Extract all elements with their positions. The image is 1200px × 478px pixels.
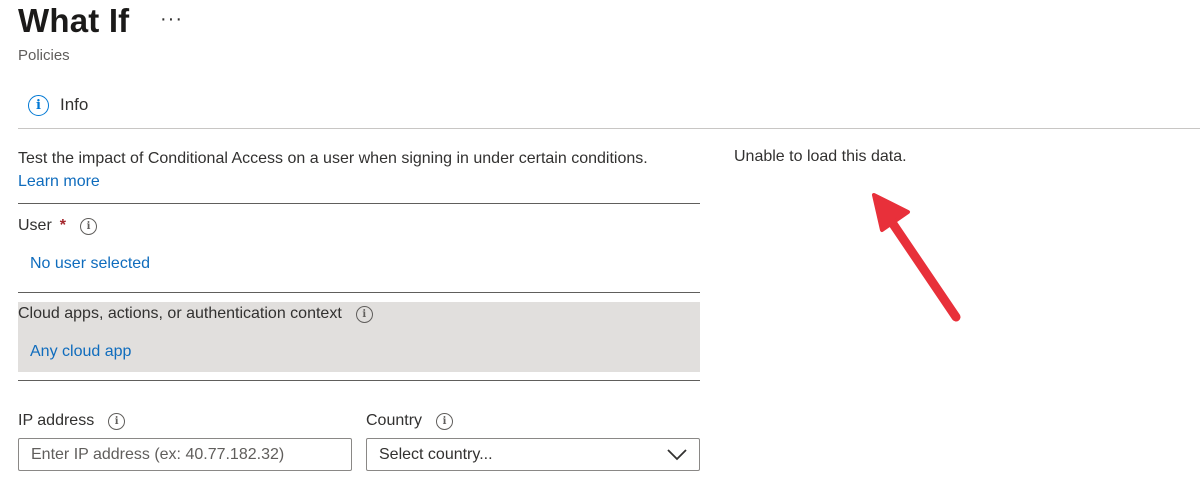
- country-label: Country: [366, 412, 423, 429]
- learn-more-link[interactable]: Learn more: [18, 173, 100, 190]
- annotation-arrow-icon: [872, 193, 961, 322]
- info-icon: i: [28, 94, 49, 116]
- cloud-apps-info-icon[interactable]: i: [355, 305, 373, 323]
- section-divider: [18, 292, 700, 293]
- country-dropdown[interactable]: Select country...: [366, 438, 700, 471]
- user-selector-link[interactable]: No user selected: [30, 255, 150, 273]
- cloud-apps-field-label: Cloud apps, actions, or authentication c…: [18, 305, 373, 323]
- section-divider: [18, 380, 700, 381]
- info-label: Info: [60, 95, 89, 114]
- user-label: User: [18, 217, 52, 234]
- more-options-button[interactable]: ···: [160, 8, 183, 31]
- cloud-apps-label: Cloud apps, actions, or authentication c…: [18, 305, 342, 322]
- ip-address-info-icon[interactable]: i: [108, 412, 126, 430]
- ip-address-input[interactable]: [18, 438, 352, 471]
- page-title: What If: [18, 2, 130, 39]
- cloud-apps-selector-link[interactable]: Any cloud app: [30, 343, 131, 361]
- user-info-icon[interactable]: i: [80, 217, 98, 235]
- what-if-blade: What If ··· Policies i Info Test the imp…: [0, 0, 1200, 478]
- country-dropdown-value: Select country...: [379, 445, 493, 463]
- section-divider: [18, 203, 700, 204]
- country-field-label: Country i: [366, 412, 454, 430]
- info-button[interactable]: i Info: [28, 92, 88, 118]
- ip-address-field-label: IP address i: [18, 412, 126, 430]
- form-description: Test the impact of Conditional Access on…: [18, 147, 658, 193]
- chevron-down-icon: [667, 448, 687, 460]
- ip-address-label: IP address: [18, 412, 95, 429]
- toolbar-divider: [18, 128, 1200, 129]
- user-field-label: User * i: [18, 217, 98, 235]
- page-subtitle: Policies: [18, 47, 70, 64]
- required-marker: *: [59, 217, 67, 234]
- description-text: Test the impact of Conditional Access on…: [18, 150, 648, 167]
- country-info-icon[interactable]: i: [436, 412, 454, 430]
- results-message: Unable to load this data.: [734, 148, 907, 165]
